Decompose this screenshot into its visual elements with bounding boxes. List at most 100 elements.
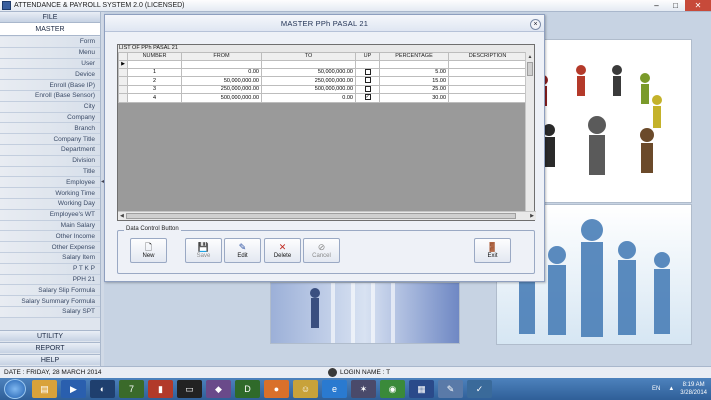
start-button[interactable]: [4, 379, 26, 399]
sidebar-item-main-salary[interactable]: Main Salary: [0, 220, 100, 232]
taskbar-payroll-app-icon[interactable]: ▦: [409, 380, 434, 398]
cell-up[interactable]: [355, 76, 380, 86]
sidebar-item-device[interactable]: Device: [0, 69, 100, 81]
sidebar-item-city[interactable]: City: [0, 101, 100, 113]
cell-to[interactable]: 50,000,000.00: [261, 67, 356, 78]
table-row[interactable]: 3 250,000,000.00 500,000,000.00 25.00: [118, 84, 527, 95]
taskbar-firefox-icon[interactable]: ●: [264, 380, 289, 398]
cell-from[interactable]: 250,000,000.00: [181, 84, 262, 95]
sidebar-item-department[interactable]: Department: [0, 144, 100, 156]
sidebar-item-company[interactable]: Company: [0, 112, 100, 124]
row-selector[interactable]: [118, 84, 128, 95]
clock[interactable]: 8:19 AM 3/28/2014: [680, 381, 707, 397]
taskbar-media-player-icon[interactable]: ▶: [61, 380, 86, 398]
column-header-number[interactable]: NUMBER: [127, 52, 182, 61]
cell-number[interactable]: 1: [127, 67, 182, 78]
column-header-description[interactable]: DESCRIPTION: [448, 52, 527, 61]
sidebar-item-other-expense[interactable]: Other Expense: [0, 242, 100, 253]
sidebar-item-working-time[interactable]: Working Time: [0, 188, 100, 199]
sidebar-utility[interactable]: UTILITY: [0, 330, 100, 341]
taskbar-paint-icon[interactable]: ✎: [438, 380, 463, 398]
delete-button[interactable]: ✕ Delete: [264, 238, 301, 263]
sidebar-item-salary-summary-formula[interactable]: Salary Summary Formula: [0, 296, 100, 307]
sidebar-item-menu[interactable]: Menu: [0, 47, 100, 59]
cell-number[interactable]: 3: [127, 84, 182, 95]
sidebar-item-ptkp[interactable]: P T K P: [0, 263, 100, 275]
sidebar-item-company-title[interactable]: Company Title: [0, 134, 100, 145]
column-header-from[interactable]: FROM: [181, 52, 262, 61]
row-selector[interactable]: [118, 93, 128, 103]
close-button[interactable]: ✕: [685, 0, 711, 11]
language-indicator[interactable]: EN: [652, 386, 660, 392]
taskbar-editor-icon[interactable]: ✓: [467, 380, 492, 398]
scroll-thumb[interactable]: [527, 62, 533, 76]
cell-to[interactable]: 0.00: [261, 93, 356, 103]
sidebar-item-enroll-sensor[interactable]: Enroll (Base Sensor): [0, 90, 100, 102]
table-cell[interactable]: [181, 60, 262, 69]
column-header-percentage[interactable]: PERCENTAGE: [379, 52, 449, 61]
sidebar-help[interactable]: HELP: [0, 354, 100, 365]
exit-button[interactable]: 🚪 Exit: [474, 238, 511, 263]
sidebar-item-pph21[interactable]: PPH 21: [0, 274, 100, 286]
maximize-button[interactable]: □: [666, 0, 685, 11]
tray-arrow-icon[interactable]: ▲: [668, 386, 674, 392]
column-header-to[interactable]: TO: [261, 52, 356, 61]
sidebar-file[interactable]: FILE: [0, 12, 100, 23]
table-row-new[interactable]: ▶: [118, 60, 527, 69]
taskbar-book-icon[interactable]: ▮: [148, 380, 173, 398]
taskbar-file-explorer-icon[interactable]: ▤: [32, 380, 57, 398]
cancel-button[interactable]: ⊘ Cancel: [303, 238, 340, 263]
taskbar-terminal-icon[interactable]: ▭: [177, 380, 202, 398]
row-selector[interactable]: [118, 67, 128, 78]
up-checkbox-checked[interactable]: ✓: [364, 94, 371, 101]
row-selector[interactable]: [118, 76, 128, 86]
dialog-close-icon[interactable]: ×: [530, 19, 541, 30]
sidebar-item-salary-item[interactable]: Salary Item: [0, 252, 100, 264]
table-row[interactable]: 1 0.00 50,000,000.00 5.00: [118, 67, 527, 78]
up-checkbox[interactable]: [364, 78, 371, 84]
grid-horizontal-scrollbar[interactable]: ◀ ▶: [118, 211, 536, 220]
up-checkbox[interactable]: [364, 86, 371, 92]
sidebar-item-form[interactable]: Form: [0, 37, 100, 48]
cell-description[interactable]: [448, 67, 527, 78]
save-button[interactable]: 💾 Save: [185, 238, 222, 263]
cell-description[interactable]: [448, 84, 527, 95]
cell-percentage[interactable]: 15.00: [379, 76, 449, 86]
taskbar-chrome-icon[interactable]: ◉: [380, 380, 405, 398]
taskbar-network-icon[interactable]: ✶: [351, 380, 376, 398]
grid-vertical-scrollbar[interactable]: ▲: [525, 52, 534, 212]
sidebar-item-division[interactable]: Division: [0, 155, 100, 167]
cell-description[interactable]: [448, 76, 527, 86]
sidebar-item-working-day[interactable]: Working Day: [0, 198, 100, 210]
cell-up[interactable]: [355, 67, 380, 78]
table-row[interactable]: 4 500,000,000.00 0.00 ✓ 30.00: [118, 93, 527, 103]
up-checkbox[interactable]: [364, 69, 371, 75]
table-cell[interactable]: [448, 60, 527, 69]
scroll-left-icon[interactable]: ◀: [120, 213, 124, 219]
cell-from[interactable]: 50,000,000.00: [181, 76, 262, 86]
table-cell[interactable]: [379, 60, 449, 69]
cell-percentage[interactable]: 30.00: [379, 93, 449, 103]
taskbar-chat-icon[interactable]: ☺: [293, 380, 318, 398]
sidebar-item-branch[interactable]: Branch: [0, 123, 100, 135]
sidebar-item-employees-wt[interactable]: Employee's WT: [0, 209, 100, 221]
sidebar-item-user[interactable]: User: [0, 58, 100, 70]
taskbar-7zip-icon[interactable]: 7: [119, 380, 144, 398]
cell-to[interactable]: 500,000,000.00: [261, 84, 356, 95]
cell-to[interactable]: 250,000,000.00: [261, 76, 356, 86]
scroll-right-icon[interactable]: ▶: [530, 213, 534, 219]
sidebar-item-employee[interactable]: Employee: [0, 177, 100, 189]
cell-up[interactable]: ✓: [355, 93, 380, 103]
new-button[interactable]: 🗋 New: [130, 238, 167, 263]
sidebar-item-salary-slip-formula[interactable]: Salary Slip Formula: [0, 285, 100, 297]
edit-button[interactable]: ✎ Edit: [224, 238, 261, 263]
cell-percentage[interactable]: 5.00: [379, 67, 449, 78]
table-cell[interactable]: [261, 60, 356, 69]
cell-number[interactable]: 2: [127, 76, 182, 86]
taskbar-dreamweaver-icon[interactable]: D: [235, 380, 260, 398]
minimize-button[interactable]: –: [647, 0, 666, 11]
sidebar-item-other-income[interactable]: Other Income: [0, 231, 100, 243]
cell-from[interactable]: 500,000,000.00: [181, 93, 262, 103]
cell-number[interactable]: 4: [127, 93, 182, 103]
sidebar-item-enroll-ip[interactable]: Enroll (Base IP): [0, 80, 100, 91]
